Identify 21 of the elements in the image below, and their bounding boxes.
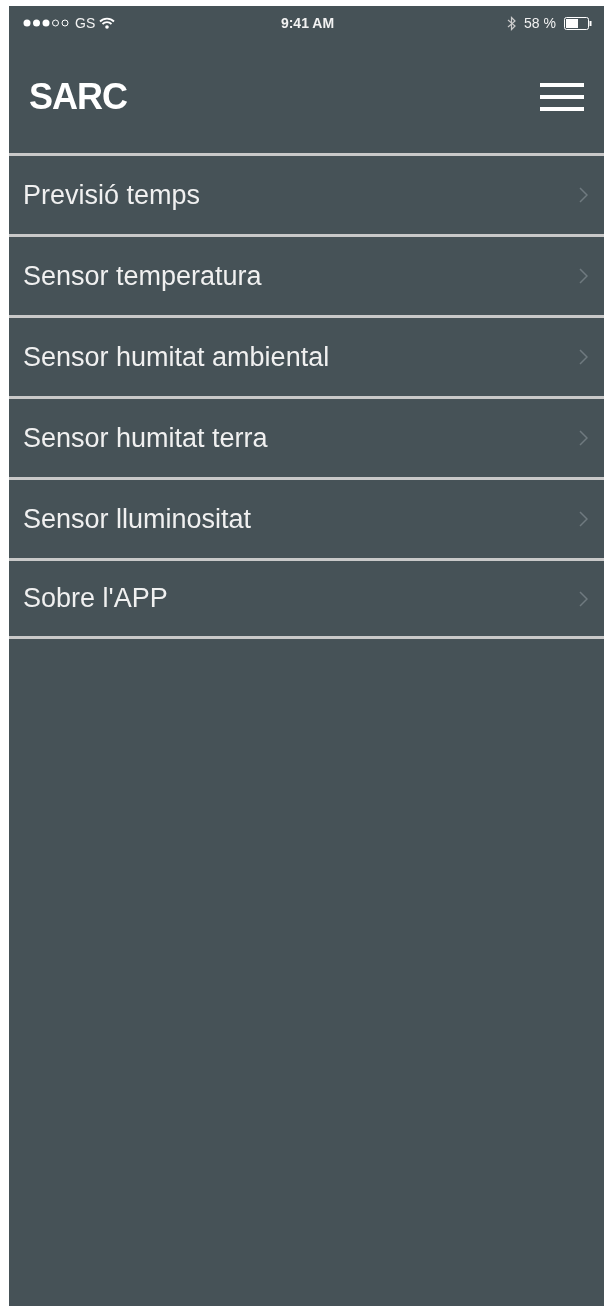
chevron-icon — [579, 268, 588, 284]
chevron-icon — [579, 511, 588, 527]
app-title: SARC — [29, 74, 127, 119]
chevron-icon — [579, 430, 588, 446]
chevron-icon — [579, 349, 588, 365]
battery-icon — [564, 16, 592, 30]
menu-item[interactable]: Sensor lluminositat — [9, 477, 604, 558]
wifi-icon — [99, 17, 116, 29]
chevron-icon — [579, 187, 588, 203]
battery-percent: 58 % — [524, 13, 556, 33]
menu-button[interactable] — [540, 81, 584, 112]
menu-item[interactable]: Sobre l'APP — [9, 558, 604, 639]
carrier-name: GS — [75, 13, 96, 33]
menu-item[interactable]: Previsió temps — [9, 153, 604, 234]
bluetooth-icon — [507, 15, 517, 31]
signal-icon — [23, 19, 71, 27]
menu-item[interactable]: Sensor humitat terra — [9, 396, 604, 477]
clock-time: 9:41 AM — [280, 13, 335, 33]
menu-item[interactable]: Sensor temperatura — [9, 234, 604, 315]
menu-item[interactable]: Sensor humitat ambiental — [9, 315, 604, 396]
chevron-icon — [579, 590, 588, 607]
